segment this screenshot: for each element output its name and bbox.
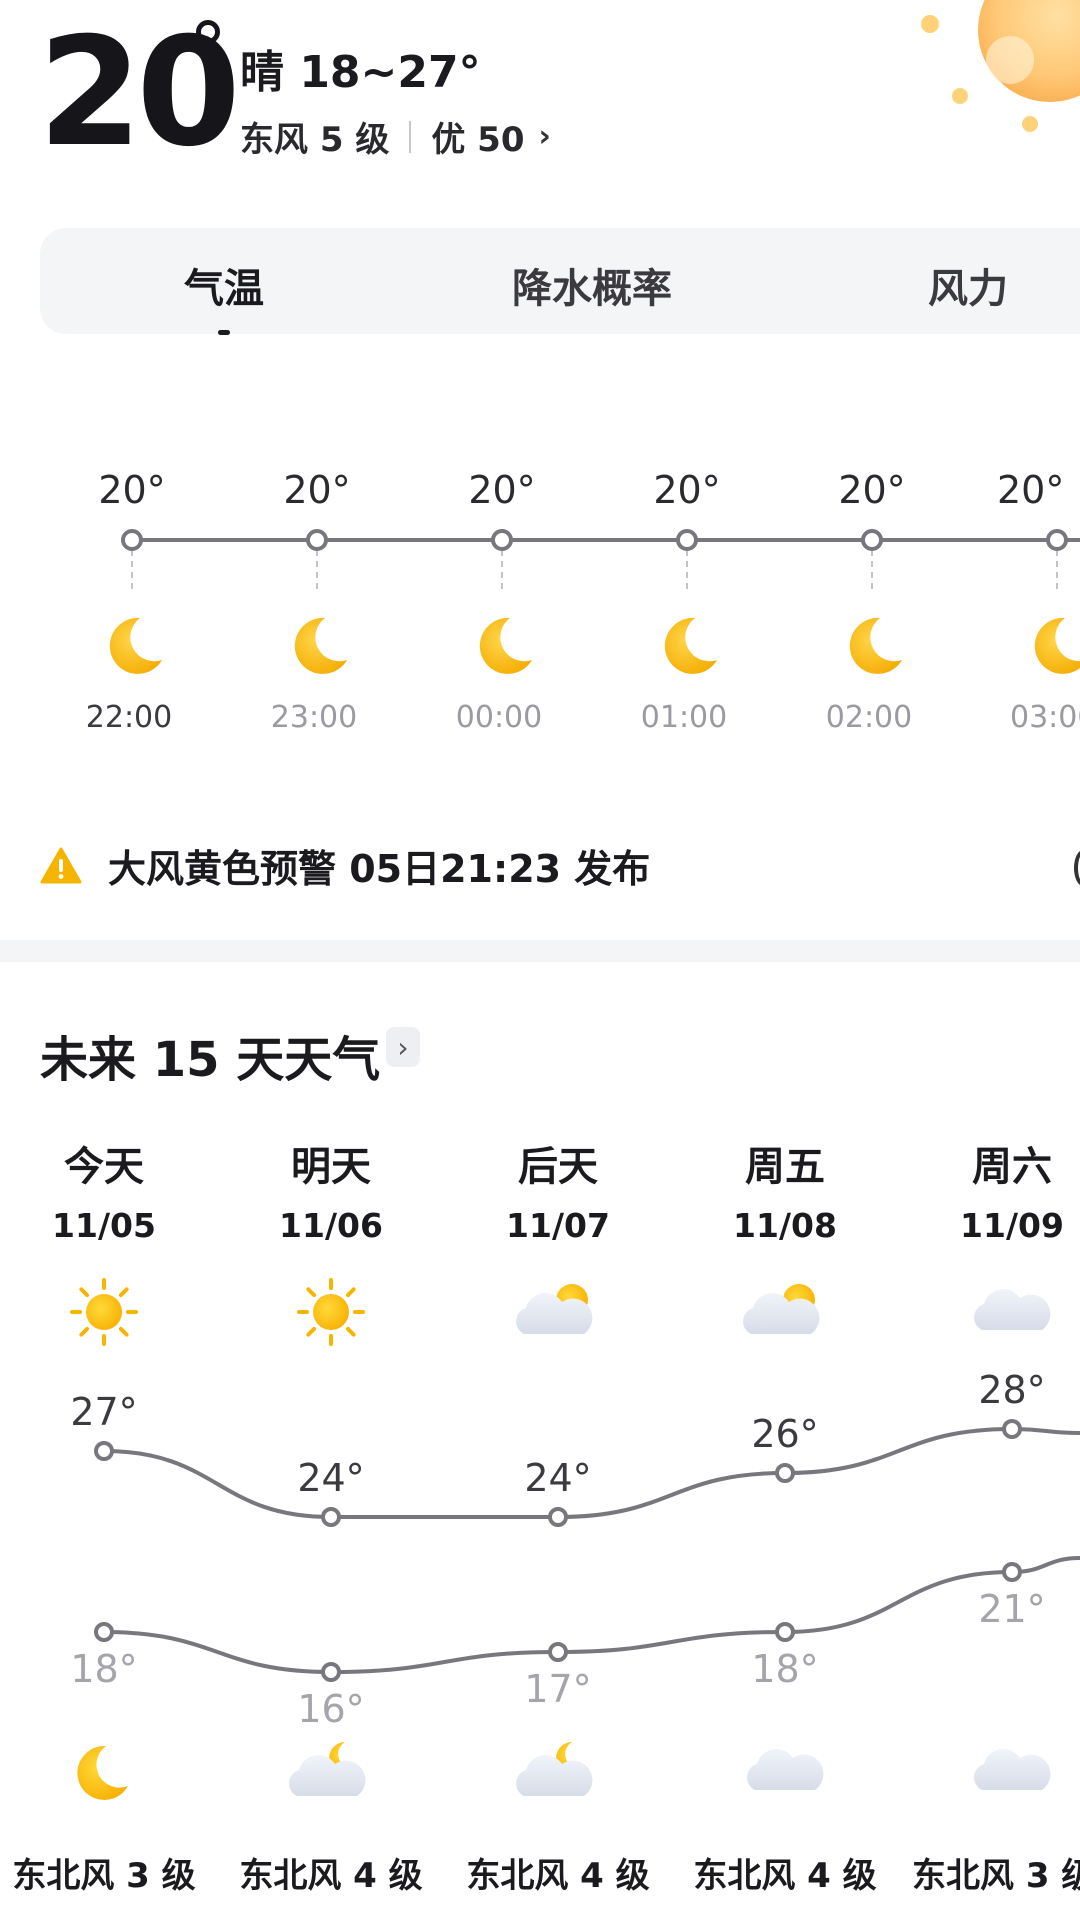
wind-aqi-row[interactable]: 东风 5 级 优 50 › bbox=[240, 112, 551, 161]
sun-icon bbox=[70, 1278, 138, 1346]
low-temp-line bbox=[103, 1556, 1080, 1675]
hourly-temp: 20° bbox=[997, 468, 1065, 512]
hourly-time: 00:00 bbox=[455, 700, 543, 735]
hourly-point-4 bbox=[861, 529, 883, 590]
forecast-title[interactable]: 未来 15 天天气 bbox=[40, 1020, 380, 1090]
low-temp-point bbox=[94, 1622, 114, 1642]
high-temp-point bbox=[1002, 1419, 1022, 1439]
tab-precipitation[interactable]: 降水概率 bbox=[512, 256, 672, 314]
day-name: 明天 bbox=[291, 1144, 371, 1190]
day-date: 11/06 bbox=[279, 1206, 383, 1245]
low-temp-point bbox=[548, 1642, 568, 1662]
hourly-point-1 bbox=[306, 529, 328, 590]
moon-icon bbox=[479, 617, 532, 674]
moon-icon bbox=[849, 617, 902, 674]
day-name: 今天 bbox=[64, 1144, 144, 1190]
hourly-temp: 20° bbox=[653, 468, 721, 512]
day-name: 后天 bbox=[518, 1144, 598, 1190]
high-temp-point bbox=[94, 1441, 114, 1461]
day-date: 11/05 bbox=[52, 1206, 156, 1245]
active-tab-indicator bbox=[218, 330, 230, 335]
hourly-temp: 20° bbox=[838, 468, 906, 512]
low-temp-label: 18° bbox=[70, 1647, 137, 1691]
cloudy-night-icon bbox=[516, 1742, 593, 1796]
moon-icon bbox=[294, 617, 347, 674]
day-wind: 东北风 4 级 bbox=[239, 1856, 423, 1896]
hourly-time: 03:00 bbox=[1010, 700, 1080, 735]
weather-alert[interactable]: 大风黄色预警 05日21:23 发布 bbox=[40, 838, 650, 893]
low-temp-label: 17° bbox=[524, 1667, 591, 1711]
hourly-point-3 bbox=[676, 529, 698, 590]
tab-wind[interactable]: 风力 bbox=[928, 256, 1008, 314]
sun-icon bbox=[297, 1278, 365, 1346]
day-wind: 东北风 3 级 bbox=[912, 1856, 1080, 1896]
partly-cloudy-icon bbox=[516, 1284, 593, 1334]
day-name: 周五 bbox=[745, 1144, 825, 1190]
high-temp-point bbox=[321, 1507, 341, 1527]
moon-icon bbox=[77, 1745, 128, 1800]
high-temp-label: 26° bbox=[751, 1412, 818, 1456]
day-date: 11/08 bbox=[733, 1206, 837, 1245]
hourly-point-0 bbox=[121, 529, 143, 590]
high-temp-label: 24° bbox=[524, 1456, 591, 1500]
hourly-temp: 20° bbox=[98, 468, 166, 512]
chevron-right-icon[interactable]: › bbox=[539, 119, 551, 154]
day-date: 11/07 bbox=[506, 1206, 610, 1245]
aqi-value[interactable]: 优 50 bbox=[431, 112, 524, 161]
low-temp-label: 18° bbox=[751, 1647, 818, 1691]
moon-icon bbox=[664, 617, 717, 674]
tab-temperature[interactable]: 气温 bbox=[184, 256, 264, 314]
hourly-time: 22:00 bbox=[85, 700, 173, 735]
high-temp-point bbox=[548, 1507, 568, 1527]
moon-icon bbox=[109, 617, 162, 674]
separator bbox=[409, 120, 412, 153]
low-temp-point bbox=[321, 1662, 341, 1682]
high-temp-label: 24° bbox=[297, 1456, 364, 1500]
daily-forecast-chart: 27° 24° 24° 26° 28° 18° 16° 17° 18° 21° bbox=[70, 1278, 1080, 1800]
high-temp-line bbox=[103, 1426, 1080, 1519]
hourly-temp: 20° bbox=[468, 468, 536, 512]
day-wind: 东北风 4 级 bbox=[466, 1856, 650, 1896]
chevron-right-icon[interactable]: › bbox=[386, 1027, 420, 1067]
cloudy-night-icon bbox=[289, 1742, 366, 1796]
alert-more-icon[interactable] bbox=[1074, 850, 1080, 886]
partly-cloudy-icon bbox=[743, 1284, 820, 1334]
cloud-icon bbox=[974, 1749, 1051, 1790]
current-condition-range: 晴 18~27° bbox=[240, 47, 481, 98]
low-temp-point bbox=[1002, 1562, 1022, 1582]
degree-symbol bbox=[196, 20, 220, 44]
day-wind: 东北风 4 级 bbox=[693, 1856, 877, 1896]
low-temp-point bbox=[775, 1622, 795, 1642]
low-temp-label: 21° bbox=[978, 1587, 1045, 1631]
hourly-point-5 bbox=[1046, 529, 1068, 590]
moon-icon bbox=[1034, 617, 1080, 674]
hourly-temp: 20° bbox=[283, 468, 351, 512]
cloud-icon bbox=[974, 1289, 1051, 1330]
day-date: 11/09 bbox=[960, 1206, 1064, 1245]
section-divider bbox=[0, 940, 1080, 962]
cloud-icon bbox=[747, 1749, 824, 1790]
warning-icon bbox=[40, 847, 82, 883]
low-temp-label: 16° bbox=[297, 1687, 364, 1731]
current-wind: 东风 5 级 bbox=[240, 120, 390, 160]
hourly-time: 01:00 bbox=[640, 700, 728, 735]
high-temp-label: 28° bbox=[978, 1368, 1045, 1412]
high-temp-label: 27° bbox=[70, 1390, 137, 1434]
sun-decoration-icon bbox=[921, 0, 1080, 132]
high-temp-point bbox=[775, 1463, 795, 1483]
hourly-time: 02:00 bbox=[825, 700, 913, 735]
day-wind: 东北风 3 级 bbox=[12, 1856, 196, 1896]
hourly-point-2 bbox=[491, 529, 513, 590]
day-name: 周六 bbox=[972, 1144, 1052, 1190]
alert-text: 大风黄色预警 05日21:23 发布 bbox=[108, 847, 651, 891]
hourly-time: 23:00 bbox=[270, 700, 358, 735]
